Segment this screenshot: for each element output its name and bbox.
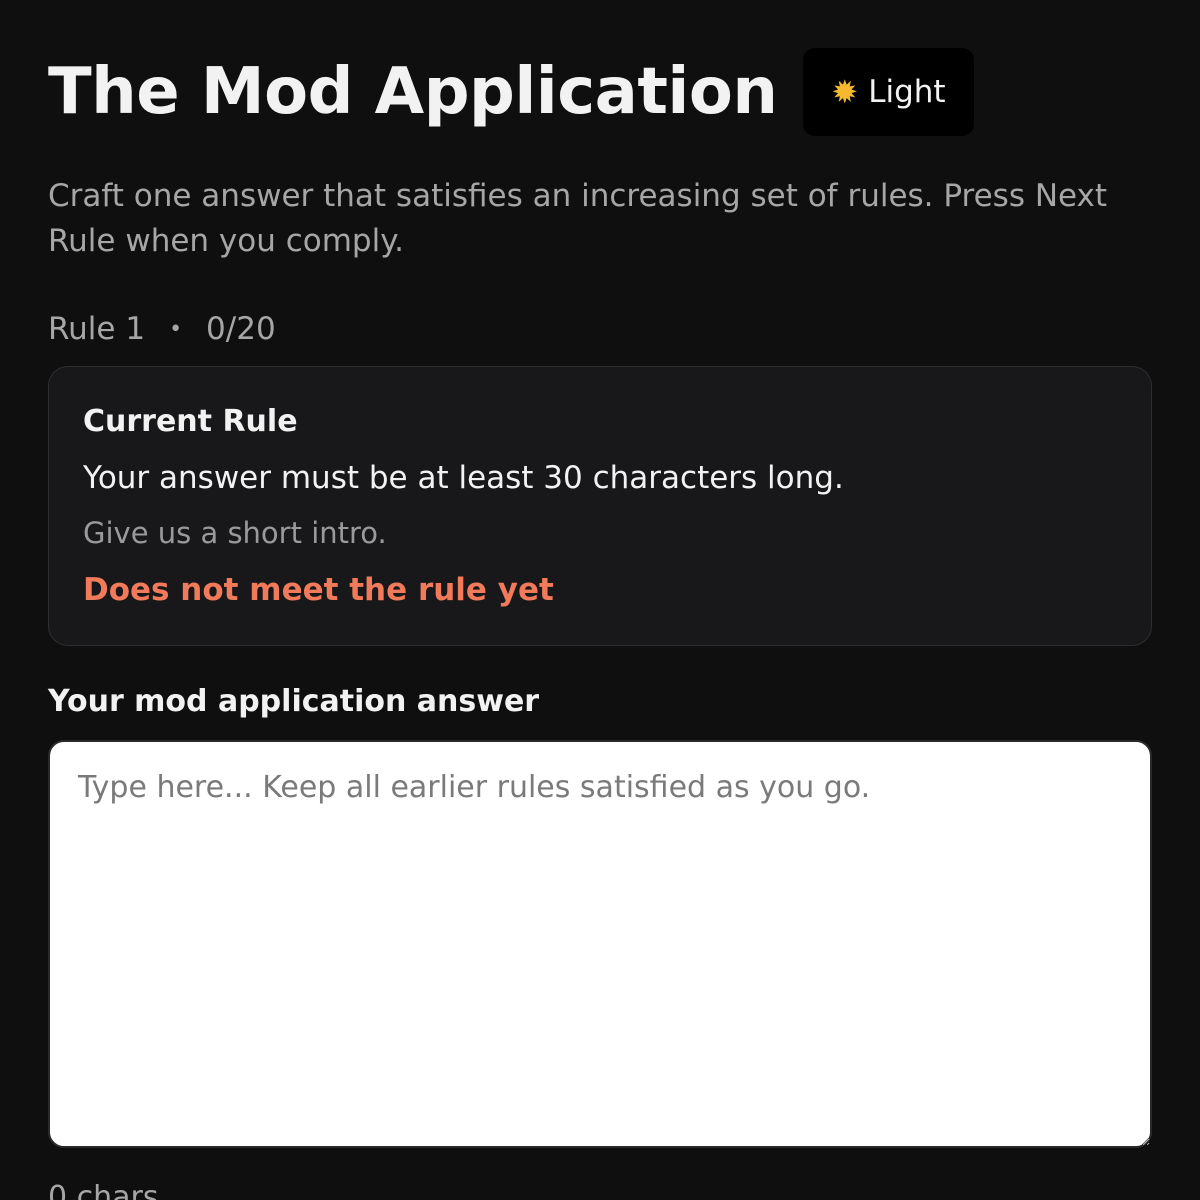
rule-hint: Give us a short intro. [83, 516, 387, 550]
answer-label: Your mod application answer [48, 684, 540, 719]
char-count: 0 chars [48, 1180, 159, 1200]
page-subtitle: Craft one answer that satisfies an incre… [48, 178, 1108, 259]
current-rule-card: Current Rule Your answer must be at leas… [48, 366, 1152, 646]
theme-toggle-button[interactable]: ✹ Light [803, 48, 974, 136]
page: The Mod Application ✹ Light Craft one an… [0, 0, 1200, 1200]
theme-toggle-label: Light [868, 74, 946, 110]
rule-status: Does not meet the rule yet [83, 572, 554, 608]
answer-textarea[interactable] [48, 740, 1152, 1148]
header: The Mod Application ✹ Light [48, 0, 1152, 136]
progress-separator: • [169, 316, 183, 342]
sun-icon: ✹ [831, 73, 859, 111]
rule-number: Rule 1 [48, 311, 146, 347]
page-title: The Mod Application [48, 55, 778, 129]
rule-card-heading: Current Rule [83, 404, 298, 439]
rule-text: Your answer must be at least 30 characte… [83, 460, 844, 496]
rule-count: 0/20 [206, 311, 276, 347]
rule-progress: Rule 1 • 0/20 [48, 308, 1152, 350]
